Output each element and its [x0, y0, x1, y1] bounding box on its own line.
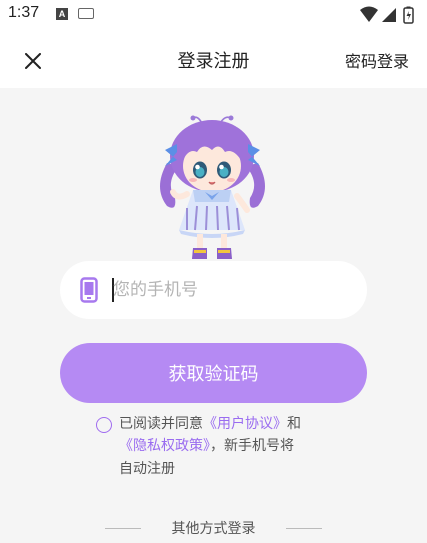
privacy-policy-link[interactable]: 《隐私权政策》	[119, 438, 210, 454]
get-verification-code-button[interactable]: 获取验证码	[60, 343, 367, 403]
nav-bar: 登录注册 密码登录	[0, 30, 427, 88]
agreement-line-2: 《隐私权政策》，新手机号将	[119, 435, 294, 458]
phone-icon	[80, 277, 98, 303]
phone-input[interactable]	[113, 275, 343, 305]
other-login-label: 其他方式登录	[171, 521, 256, 537]
status-bar: 1:37 A	[0, 0, 427, 30]
a-badge-icon: A	[56, 8, 68, 20]
wifi-icon	[360, 6, 378, 22]
signal-icon	[382, 8, 396, 22]
agreement-checkbox[interactable]	[96, 417, 112, 433]
agreement-and: 和	[287, 416, 301, 432]
agreement-line-1: 已阅读并同意《用户协议》和	[119, 413, 301, 436]
agreement-prefix: 已阅读并同意	[119, 416, 203, 432]
battery-icon	[403, 6, 414, 24]
phone-field[interactable]	[60, 261, 367, 319]
mascot-illustration	[160, 115, 265, 259]
divider-line-right	[286, 528, 322, 529]
keyboard-icon	[78, 8, 94, 19]
other-login-divider: 其他方式登录	[0, 518, 427, 538]
status-icons	[360, 6, 414, 24]
agreement-suffix: ，新手机号将	[210, 438, 294, 454]
user-agreement-link[interactable]: 《用户协议》	[203, 416, 287, 432]
password-login-link[interactable]: 密码登录	[345, 48, 409, 72]
status-time: 1:37	[8, 4, 40, 21]
agreement-line-3: 自动注册	[119, 461, 175, 477]
